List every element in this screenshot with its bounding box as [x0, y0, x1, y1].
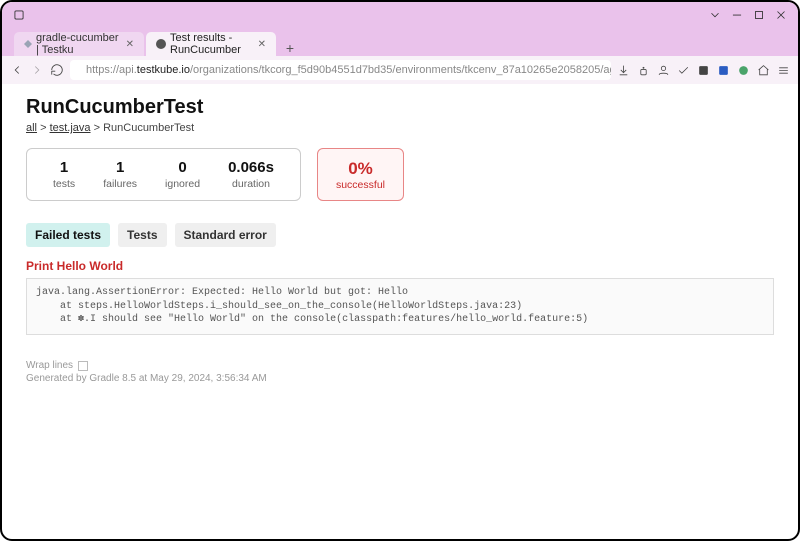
- browser-tab-active[interactable]: Test results - RunCucumber ✕: [146, 32, 276, 56]
- app-menu-icon[interactable]: [12, 8, 26, 22]
- stack-trace: java.lang.AssertionError: Expected: Hell…: [26, 278, 774, 335]
- tab-stderr[interactable]: Standard error: [175, 223, 276, 247]
- forward-icon[interactable]: [30, 63, 44, 77]
- back-icon[interactable]: [10, 63, 24, 77]
- success-box: 0% successful: [317, 148, 404, 201]
- failures-value: 1: [116, 159, 124, 176]
- account-icon[interactable]: [657, 64, 670, 77]
- breadcrumb-all[interactable]: all: [26, 122, 37, 134]
- success-value: 0%: [348, 159, 373, 179]
- ext2-icon[interactable]: [717, 64, 730, 77]
- breadcrumb-pkg[interactable]: test.java: [50, 122, 91, 134]
- url-path: /organizations/tkcorg_f5d90b4551d7bd35/e…: [190, 64, 611, 76]
- ext3-icon[interactable]: [737, 64, 750, 77]
- url-bar: https://api.testkube.io/organizations/tk…: [2, 56, 798, 84]
- summary-row: 1 tests 1 failures 0 ignored 0.066s duration…: [26, 148, 774, 201]
- url-domain: testkube.io: [137, 64, 190, 76]
- ext1-icon[interactable]: [697, 64, 710, 77]
- url-prefix: https://api.: [86, 64, 137, 76]
- browser-tab[interactable]: gradle-cucumber | Testku ✕: [14, 32, 144, 56]
- page-content: RunCucumberTest all > test.java > RunCuc…: [2, 84, 798, 347]
- failures-label: failures: [103, 178, 137, 190]
- page-title: RunCucumberTest: [26, 96, 774, 119]
- diamond-icon: [24, 40, 32, 48]
- tab-close-icon[interactable]: ✕: [258, 39, 266, 50]
- duration-value: 0.066s: [228, 159, 274, 176]
- shield-icon[interactable]: [637, 64, 650, 77]
- close-icon[interactable]: [774, 8, 788, 22]
- failed-test-name: Print Hello World: [26, 259, 774, 273]
- wrap-lines-checkbox[interactable]: [78, 361, 88, 371]
- success-label: successful: [336, 179, 385, 191]
- browser-tabbar: gradle-cucumber | Testku ✕ Test results …: [2, 28, 798, 56]
- breadcrumb-leaf: RunCucumberTest: [103, 122, 194, 134]
- home-icon[interactable]: [757, 64, 770, 77]
- tests-value: 1: [60, 159, 68, 176]
- breadcrumb: all > test.java > RunCucumberTest: [26, 122, 774, 134]
- new-tab-button[interactable]: +: [282, 40, 298, 56]
- metrics-box: 1 tests 1 failures 0 ignored 0.066s duration: [26, 148, 301, 201]
- footer: Wrap lines Generated by Gradle 8.5 at Ma…: [26, 360, 267, 384]
- window-titlebar: [2, 2, 798, 28]
- tab-close-icon[interactable]: ✕: [126, 39, 134, 50]
- tab-label: Test results - RunCucumber: [170, 32, 252, 56]
- extensions-icon[interactable]: [677, 64, 690, 77]
- favicon-icon: [156, 39, 166, 49]
- tab-label: gradle-cucumber | Testku: [36, 32, 120, 56]
- ignored-value: 0: [178, 159, 186, 176]
- tab-failed[interactable]: Failed tests: [26, 223, 110, 247]
- generated-by: Generated by Gradle 8.5 at May 29, 2024,…: [26, 373, 267, 384]
- tests-label: tests: [53, 178, 75, 190]
- wrap-lines-label: Wrap lines: [26, 360, 73, 371]
- tab-tests[interactable]: Tests: [118, 223, 166, 247]
- maximize-icon[interactable]: [752, 8, 766, 22]
- ignored-label: ignored: [165, 178, 200, 190]
- menu-icon[interactable]: [777, 64, 790, 77]
- refresh-icon[interactable]: [50, 63, 64, 77]
- caret-down-icon[interactable]: [708, 8, 722, 22]
- toolbar-icons: [617, 64, 790, 77]
- download-icon[interactable]: [617, 64, 630, 77]
- duration-label: duration: [232, 178, 270, 190]
- minimize-icon[interactable]: [730, 8, 744, 22]
- url-input[interactable]: https://api.testkube.io/organizations/tk…: [70, 60, 611, 80]
- result-tabs: Failed tests Tests Standard error: [26, 223, 774, 247]
